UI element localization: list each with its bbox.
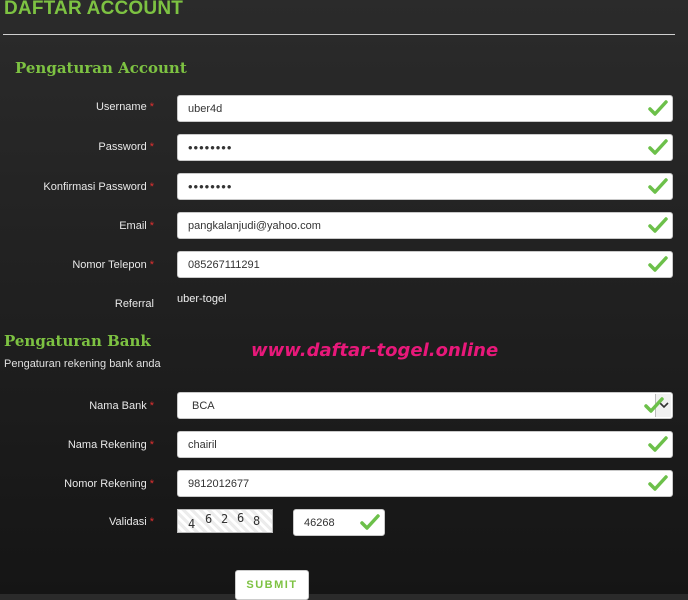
watermark-text: www.daftar-togel.online — [251, 340, 499, 361]
page-title: DAFTAR ACCOUNT — [4, 0, 184, 19]
submit-button[interactable]: SUBMIT — [235, 570, 309, 600]
password-label: Password * — [98, 141, 154, 153]
phone-label: Nomor Telepon * — [72, 259, 154, 271]
account-name-field[interactable]: chairil — [177, 431, 673, 458]
account-section-heading: Pengaturan Account — [15, 59, 187, 77]
captcha-char: 8 — [253, 514, 261, 528]
captcha-char: 4 — [188, 517, 196, 531]
validation-label: Validasi * — [109, 516, 154, 528]
bank-section-subtitle: Pengaturan rekening bank anda — [4, 358, 161, 370]
account-number-label: Nomor Rekening * — [64, 478, 154, 490]
bank-name-select[interactable]: BCA — [177, 392, 673, 419]
password-field[interactable]: •••••••• — [177, 134, 673, 161]
captcha-char: 6 — [205, 512, 213, 526]
phone-field[interactable]: 085267111291 — [177, 251, 673, 278]
referral-value: uber-togel — [177, 293, 227, 305]
confirm-password-label: Konfirmasi Password * — [43, 181, 154, 193]
check-icon — [360, 514, 380, 530]
captcha-char: 6 — [237, 511, 245, 525]
username-field[interactable]: uber4d — [177, 95, 673, 122]
username-label: Username * — [95, 101, 154, 113]
check-icon — [644, 397, 664, 413]
captcha-input[interactable]: 46268 — [293, 509, 385, 536]
confirm-password-field[interactable]: •••••••• — [177, 173, 673, 200]
check-icon — [648, 475, 668, 491]
check-icon — [648, 100, 668, 116]
account-name-label: Nama Rekening * — [67, 439, 154, 451]
check-icon — [648, 139, 668, 155]
bank-name-label: Nama Bank * — [89, 400, 154, 412]
captcha-char: 2 — [221, 512, 229, 526]
check-icon — [648, 436, 668, 452]
check-icon — [648, 178, 668, 194]
referral-label: Referral — [114, 298, 154, 310]
check-icon — [648, 217, 668, 233]
captcha-image: 4 6 2 6 8 — [177, 509, 273, 533]
title-divider — [3, 34, 675, 35]
email-field[interactable]: pangkalanjudi@yahoo.com — [177, 212, 673, 239]
bank-section-heading: Pengaturan Bank — [4, 332, 151, 350]
account-number-field[interactable]: 9812012677 — [177, 470, 673, 497]
check-icon — [648, 256, 668, 272]
email-label: Email * — [119, 220, 154, 232]
